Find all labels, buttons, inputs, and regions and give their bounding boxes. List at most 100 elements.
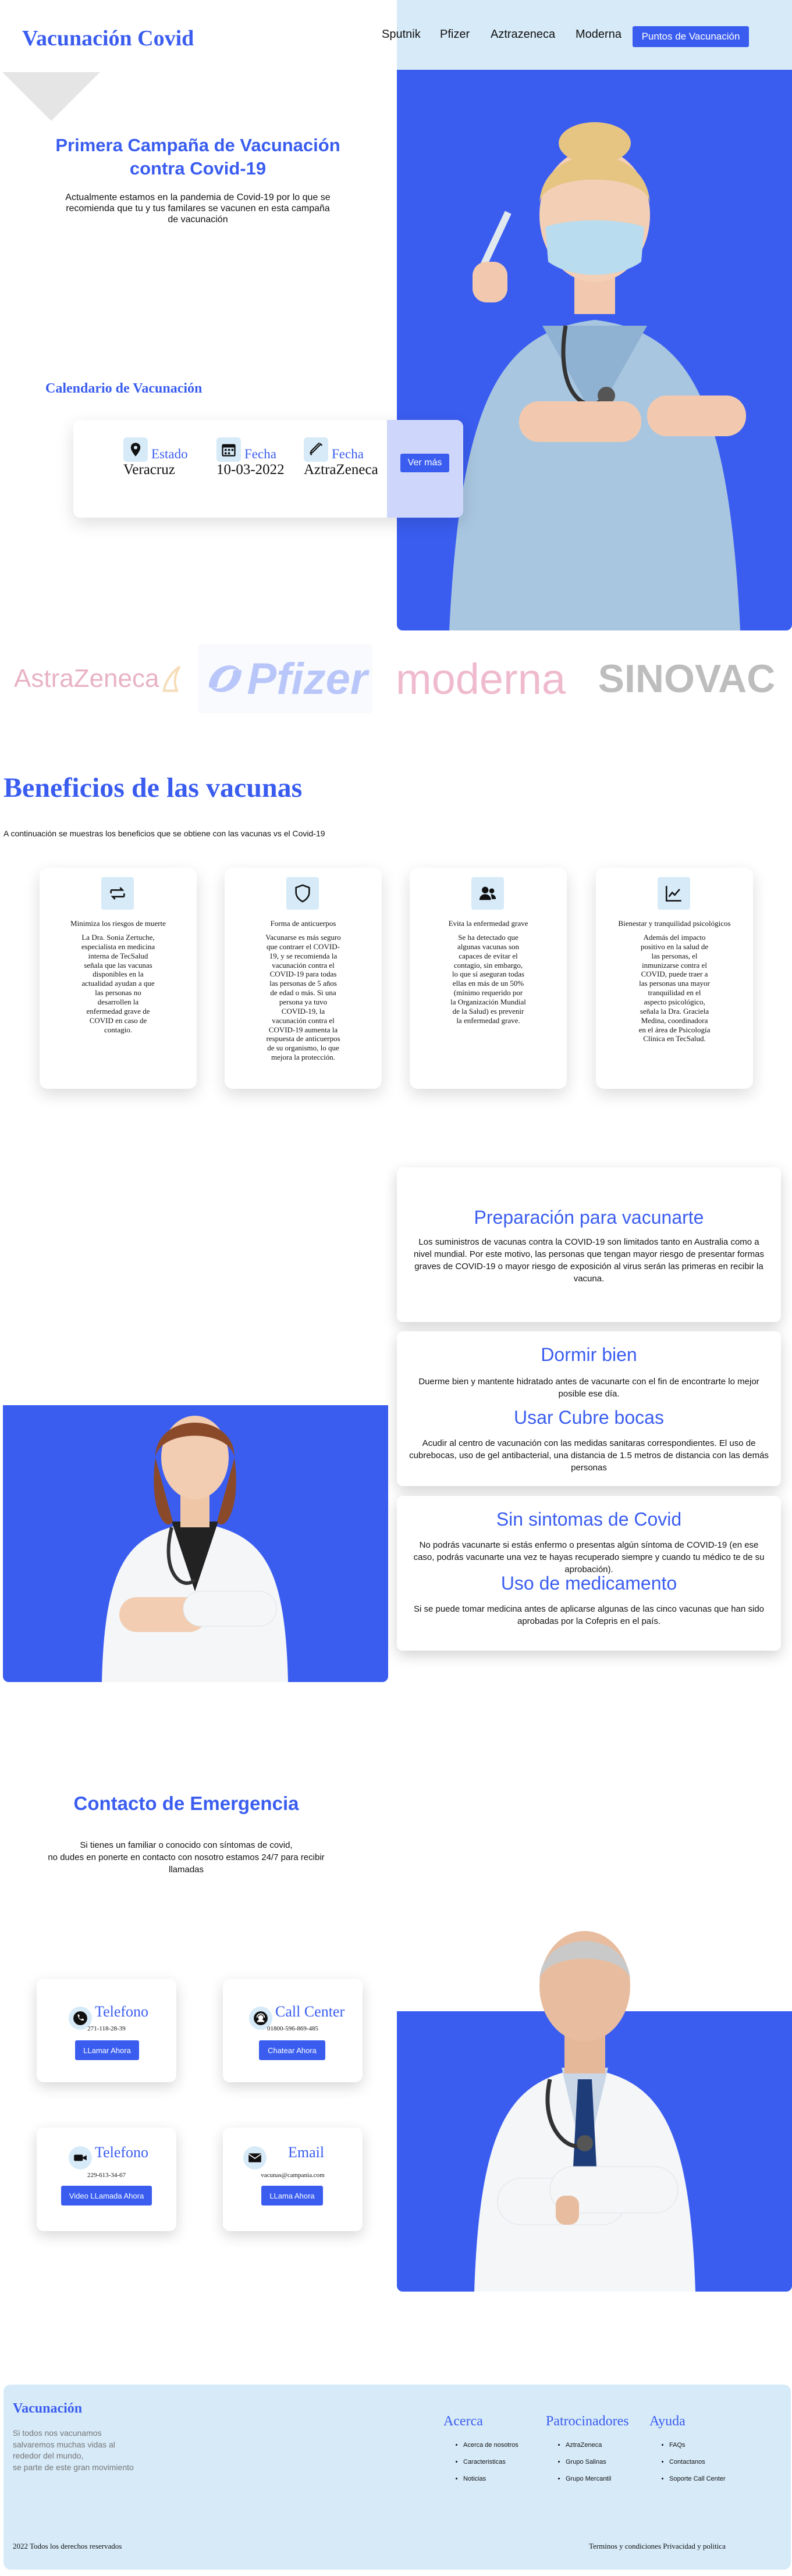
prep-text: Si se puede tomar medicina antes de apli… xyxy=(413,1604,765,1626)
benefit-card: Evita la enfermedad grave Se ha detectad… xyxy=(410,868,567,1089)
prep-heading: Usar Cubre bocas xyxy=(514,1407,664,1428)
benefit-text: La Dra. Sonia Zertuche, especialista en … xyxy=(81,933,155,1034)
sinovac-logo: SINOVAC xyxy=(594,644,780,713)
benefit-title: Minimiza los riesgos de muerte xyxy=(70,919,166,928)
footer-link[interactable]: Noticias xyxy=(463,2471,518,2488)
prep-text: Acudir al centro de vacunación con las m… xyxy=(409,1438,769,1473)
contact-card-detail: vacunas@campania.com xyxy=(261,2172,325,2179)
contact-card-detail: 01800-596-869-485 xyxy=(267,2025,318,2032)
footer-description-line: salvaremos muchas vidas al xyxy=(13,2439,115,2449)
pfizer-logo-text: Pfizer xyxy=(247,654,368,704)
calendar-item-label: Fecha xyxy=(244,447,276,461)
footer-link[interactable]: AztraZeneca xyxy=(566,2437,611,2454)
sinovac-logo-text: SINOVAC xyxy=(598,657,776,701)
prep-text: Duerme bien y mantente hidratado antes d… xyxy=(418,1377,759,1399)
benefit-title: Forma de anticuerpos xyxy=(270,919,336,928)
pfizer-logo: Pfizer xyxy=(198,644,372,713)
prep-heading: Uso de medicamento xyxy=(500,1573,677,1594)
footer-description-line: se parte de este gran movimiento xyxy=(13,2462,134,2472)
prep-text: No podrás vacunarte si estás enfermo o p… xyxy=(413,1540,765,1574)
footer-list-patrocinadores: AztraZeneca Grupo Salinas Grupo Mercanti… xyxy=(554,2437,611,2488)
benefit-card: Bienestar y tranquilidad psicológicos Ad… xyxy=(596,868,753,1089)
call-now-button[interactable]: LLamar Ahora xyxy=(75,2040,139,2060)
site-logo[interactable]: Vacunación Covid xyxy=(22,26,194,51)
footer-link[interactable]: Contactanos xyxy=(669,2454,726,2471)
moderna-logo-text: moderna xyxy=(395,654,566,703)
contact-card-title: Email xyxy=(288,2144,325,2161)
moderna-logo: moderna xyxy=(388,644,574,713)
contact-card: Call Center 01800-596-869-485 Chatear Ah… xyxy=(223,1979,363,2082)
exchange-arrows-icon xyxy=(101,877,134,910)
footer-col-title-patrocinadores: Patrocinadores xyxy=(546,2414,629,2429)
contact-card-title: Call Center xyxy=(275,2003,345,2020)
nav-pfizer[interactable]: Pfizer xyxy=(440,28,470,41)
chat-now-button[interactable]: Chatear Ahora xyxy=(259,2040,325,2060)
syringe-icon xyxy=(304,437,328,462)
hero-title: Primera Campaña de Vacunación contra Cov… xyxy=(55,135,340,179)
contact-subtitle-line: no dudes en ponerte en contacto con noso… xyxy=(48,1852,325,1875)
contact-card-title: Telefono xyxy=(95,2003,149,2020)
location-pin-icon xyxy=(123,437,148,462)
benefits-title: Beneficios de las vacunas xyxy=(3,772,303,803)
contact-subtitle-line: Si tienes un familiar o conocido con sín… xyxy=(80,1840,293,1850)
footer-link[interactable]: FAQs xyxy=(669,2437,726,2454)
calendar-icon xyxy=(216,437,241,462)
contact-card: Email vacunas@campania.com LLama Ahora xyxy=(223,2128,363,2231)
footer-link[interactable]: Acerca de nosotros xyxy=(463,2437,518,2454)
calendar-item-estado: Estado Veracruz xyxy=(123,437,188,478)
calendar-item-value: AztraZeneca xyxy=(304,462,378,478)
benefit-title: Evita la enfermedad grave xyxy=(448,919,528,928)
astrazeneca-logo-text: AstraZeneca xyxy=(14,664,159,693)
footer-brand: Vacunación xyxy=(13,2401,83,2416)
contact-card-title: Telefono xyxy=(95,2144,149,2161)
benefit-card: Forma de anticuerpos Vacunarse es más se… xyxy=(225,868,382,1089)
footer-link[interactable]: Grupo Salinas xyxy=(566,2454,611,2471)
envelope-icon xyxy=(243,2146,267,2169)
prep-text: Los suministros de vacunas contra la COV… xyxy=(414,1237,764,1284)
footer-list-acerca: Acerca de nosotros Caracteristicas Notic… xyxy=(452,2437,518,2488)
calendar-item-fecha: Fecha 10-03-2022 xyxy=(216,437,285,478)
footer-col-title-ayuda: Ayuda xyxy=(649,2414,686,2429)
hero-subtitle: Actualmente estamos en la pandemia de Co… xyxy=(65,193,331,225)
footer-col-title-acerca: Acerca xyxy=(443,2414,483,2429)
prep-heading: Sin sintomas de Covid xyxy=(496,1509,682,1530)
footer-link[interactable]: Grupo Mercantil xyxy=(566,2471,611,2488)
footer-link[interactable]: Caracteristicas xyxy=(463,2454,518,2471)
chart-line-icon xyxy=(658,877,690,910)
footer-link[interactable]: Soporte Call Center xyxy=(669,2471,726,2488)
contact-card-detail: 271-118-28-39 xyxy=(87,2025,126,2032)
calendar-item-value: Veracruz xyxy=(123,462,175,478)
calendar-item-vacuna: Fecha AztraZeneca xyxy=(304,437,378,478)
prep-card: Sin sintomas de Covid No podrás vacunart… xyxy=(397,1496,781,1651)
footer-description: Si todos nos vacunamos salvaremos muchas… xyxy=(13,2428,134,2473)
benefit-text: Vacunarse es más seguro que contraer el … xyxy=(265,933,341,1062)
vaccination-points-button[interactable]: Puntos de Vacunación xyxy=(633,26,749,47)
nav-sputnik[interactable]: Sputnik xyxy=(382,28,421,41)
video-call-button[interactable]: Video LLamada Ahora xyxy=(61,2186,152,2206)
nav-aztrazeneca[interactable]: Aztrazeneca xyxy=(491,28,555,41)
contact-subtitle: Si tienes un familiar o conocido con sín… xyxy=(35,1839,338,1876)
doctor-woman-image xyxy=(3,1405,388,1682)
footer-list-ayuda: FAQs Contactanos Soporte Call Center xyxy=(658,2437,726,2488)
benefit-title: Bienestar y tranquilidad psicológicos xyxy=(618,919,731,928)
contact-title: Contacto de Emergencia xyxy=(73,1793,299,1814)
footer-terms-link[interactable]: Terminos y condiciones Privacidad y poli… xyxy=(589,2542,726,2551)
prep-card: Preparación para vacunarte Los suministr… xyxy=(397,1167,781,1322)
hero-nurse-image xyxy=(397,70,792,630)
benefit-text: Se ha detectado que algunas vacunas son … xyxy=(450,933,526,1025)
prep-heading: Preparación para vacunarte xyxy=(474,1207,704,1228)
calendar-item-value: 10-03-2022 xyxy=(216,462,285,478)
call-now-email-button[interactable]: LLama Ahora xyxy=(261,2186,323,2206)
contact-card: Telefono 271-118-28-39 LLamar Ahora xyxy=(37,1979,176,2082)
shield-icon xyxy=(286,877,319,910)
calendar-title: Calendario de Vacunación xyxy=(45,381,203,396)
contact-card-detail: 229-613-34-67 xyxy=(87,2172,126,2179)
calendar-item-label: Fecha xyxy=(332,447,364,461)
prep-card: Dormir bien Duerme bien y mantente hidra… xyxy=(397,1331,781,1486)
footer-description-line: rededor del mundo, xyxy=(13,2451,84,2461)
see-more-button[interactable]: Ver más xyxy=(400,454,449,472)
calendar-item-label: Estado xyxy=(151,447,188,461)
benefit-card: Minimiza los riesgos de muerte La Dra. S… xyxy=(40,868,197,1089)
astrazeneca-logo: AstraZeneca xyxy=(14,644,183,713)
nav-moderna[interactable]: Moderna xyxy=(576,28,621,41)
